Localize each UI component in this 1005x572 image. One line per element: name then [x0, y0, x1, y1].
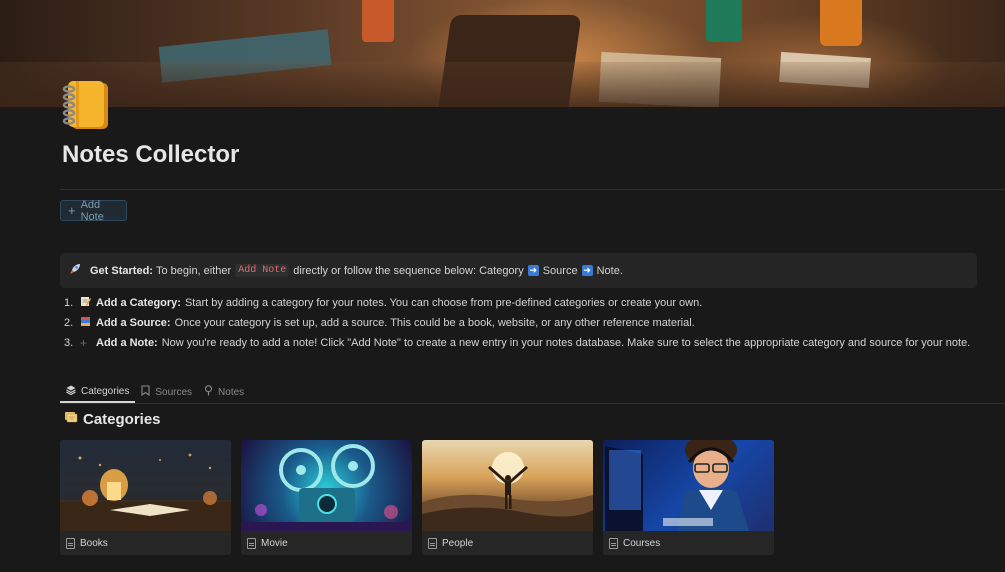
add-note-button[interactable]: + Add Note [60, 198, 127, 223]
get-started-callout: Get Started: To begin, either Add Note d… [60, 253, 977, 288]
card-index-icon [64, 410, 79, 428]
add-note-code: Add Note [235, 264, 290, 277]
card-image [241, 440, 412, 531]
tab-sources[interactable]: Sources [135, 381, 198, 403]
card-image [422, 440, 593, 531]
steps-list: 1. Add a Category: Start by adding a cat… [64, 293, 970, 353]
memo-icon [80, 296, 94, 310]
category-card-books[interactable]: Books [60, 440, 231, 555]
tab-categories[interactable]: Categories [60, 381, 136, 403]
pin-icon [204, 385, 213, 399]
card-label: Books [80, 537, 108, 549]
callout-lead: Get Started: [90, 264, 153, 277]
callout-step2: Source [542, 264, 578, 277]
divider [60, 403, 1005, 404]
page-icon [66, 537, 75, 549]
page-icon [609, 537, 618, 549]
callout-text-after: directly or follow the sequence below: C… [293, 264, 524, 277]
list-item: 1. Add a Category: Start by adding a cat… [64, 296, 703, 310]
notebook-icon[interactable] [62, 80, 112, 132]
add-note-label: Add Note [80, 198, 104, 223]
section-title: Categories [64, 410, 161, 428]
callout-text-before: To begin, either [155, 264, 232, 277]
rocket-icon [69, 263, 85, 278]
category-card-movie[interactable]: Movie [241, 440, 412, 555]
category-card-people[interactable]: People [422, 440, 593, 555]
list-item: 2. Add a Source: Once your category is s… [64, 316, 695, 330]
cover-image [0, 0, 1005, 107]
card-image [603, 440, 774, 531]
category-card-courses[interactable]: Courses [603, 440, 774, 555]
bookmark-icon [141, 385, 150, 399]
page-title: Notes Collector [62, 141, 240, 168]
card-image [60, 440, 231, 531]
plus-icon: + [68, 203, 76, 218]
view-tabs: Categories Sources Notes [60, 381, 250, 403]
divider [60, 189, 1005, 190]
page-icon [247, 537, 256, 549]
tab-notes[interactable]: Notes [198, 381, 250, 403]
callout-step3: Note. [596, 264, 623, 277]
arrow-right-icon: ➜ [527, 265, 539, 276]
list-item: 3. + Add a Note: Now you're ready to add… [64, 336, 971, 350]
books-icon [80, 316, 94, 330]
arrow-right-icon: ➜ [581, 265, 593, 276]
card-label: Movie [261, 537, 288, 549]
card-label: People [442, 537, 474, 549]
card-label: Courses [623, 537, 661, 549]
plus-icon: + [80, 336, 88, 350]
page-icon [428, 537, 437, 549]
layers-icon [66, 385, 76, 398]
